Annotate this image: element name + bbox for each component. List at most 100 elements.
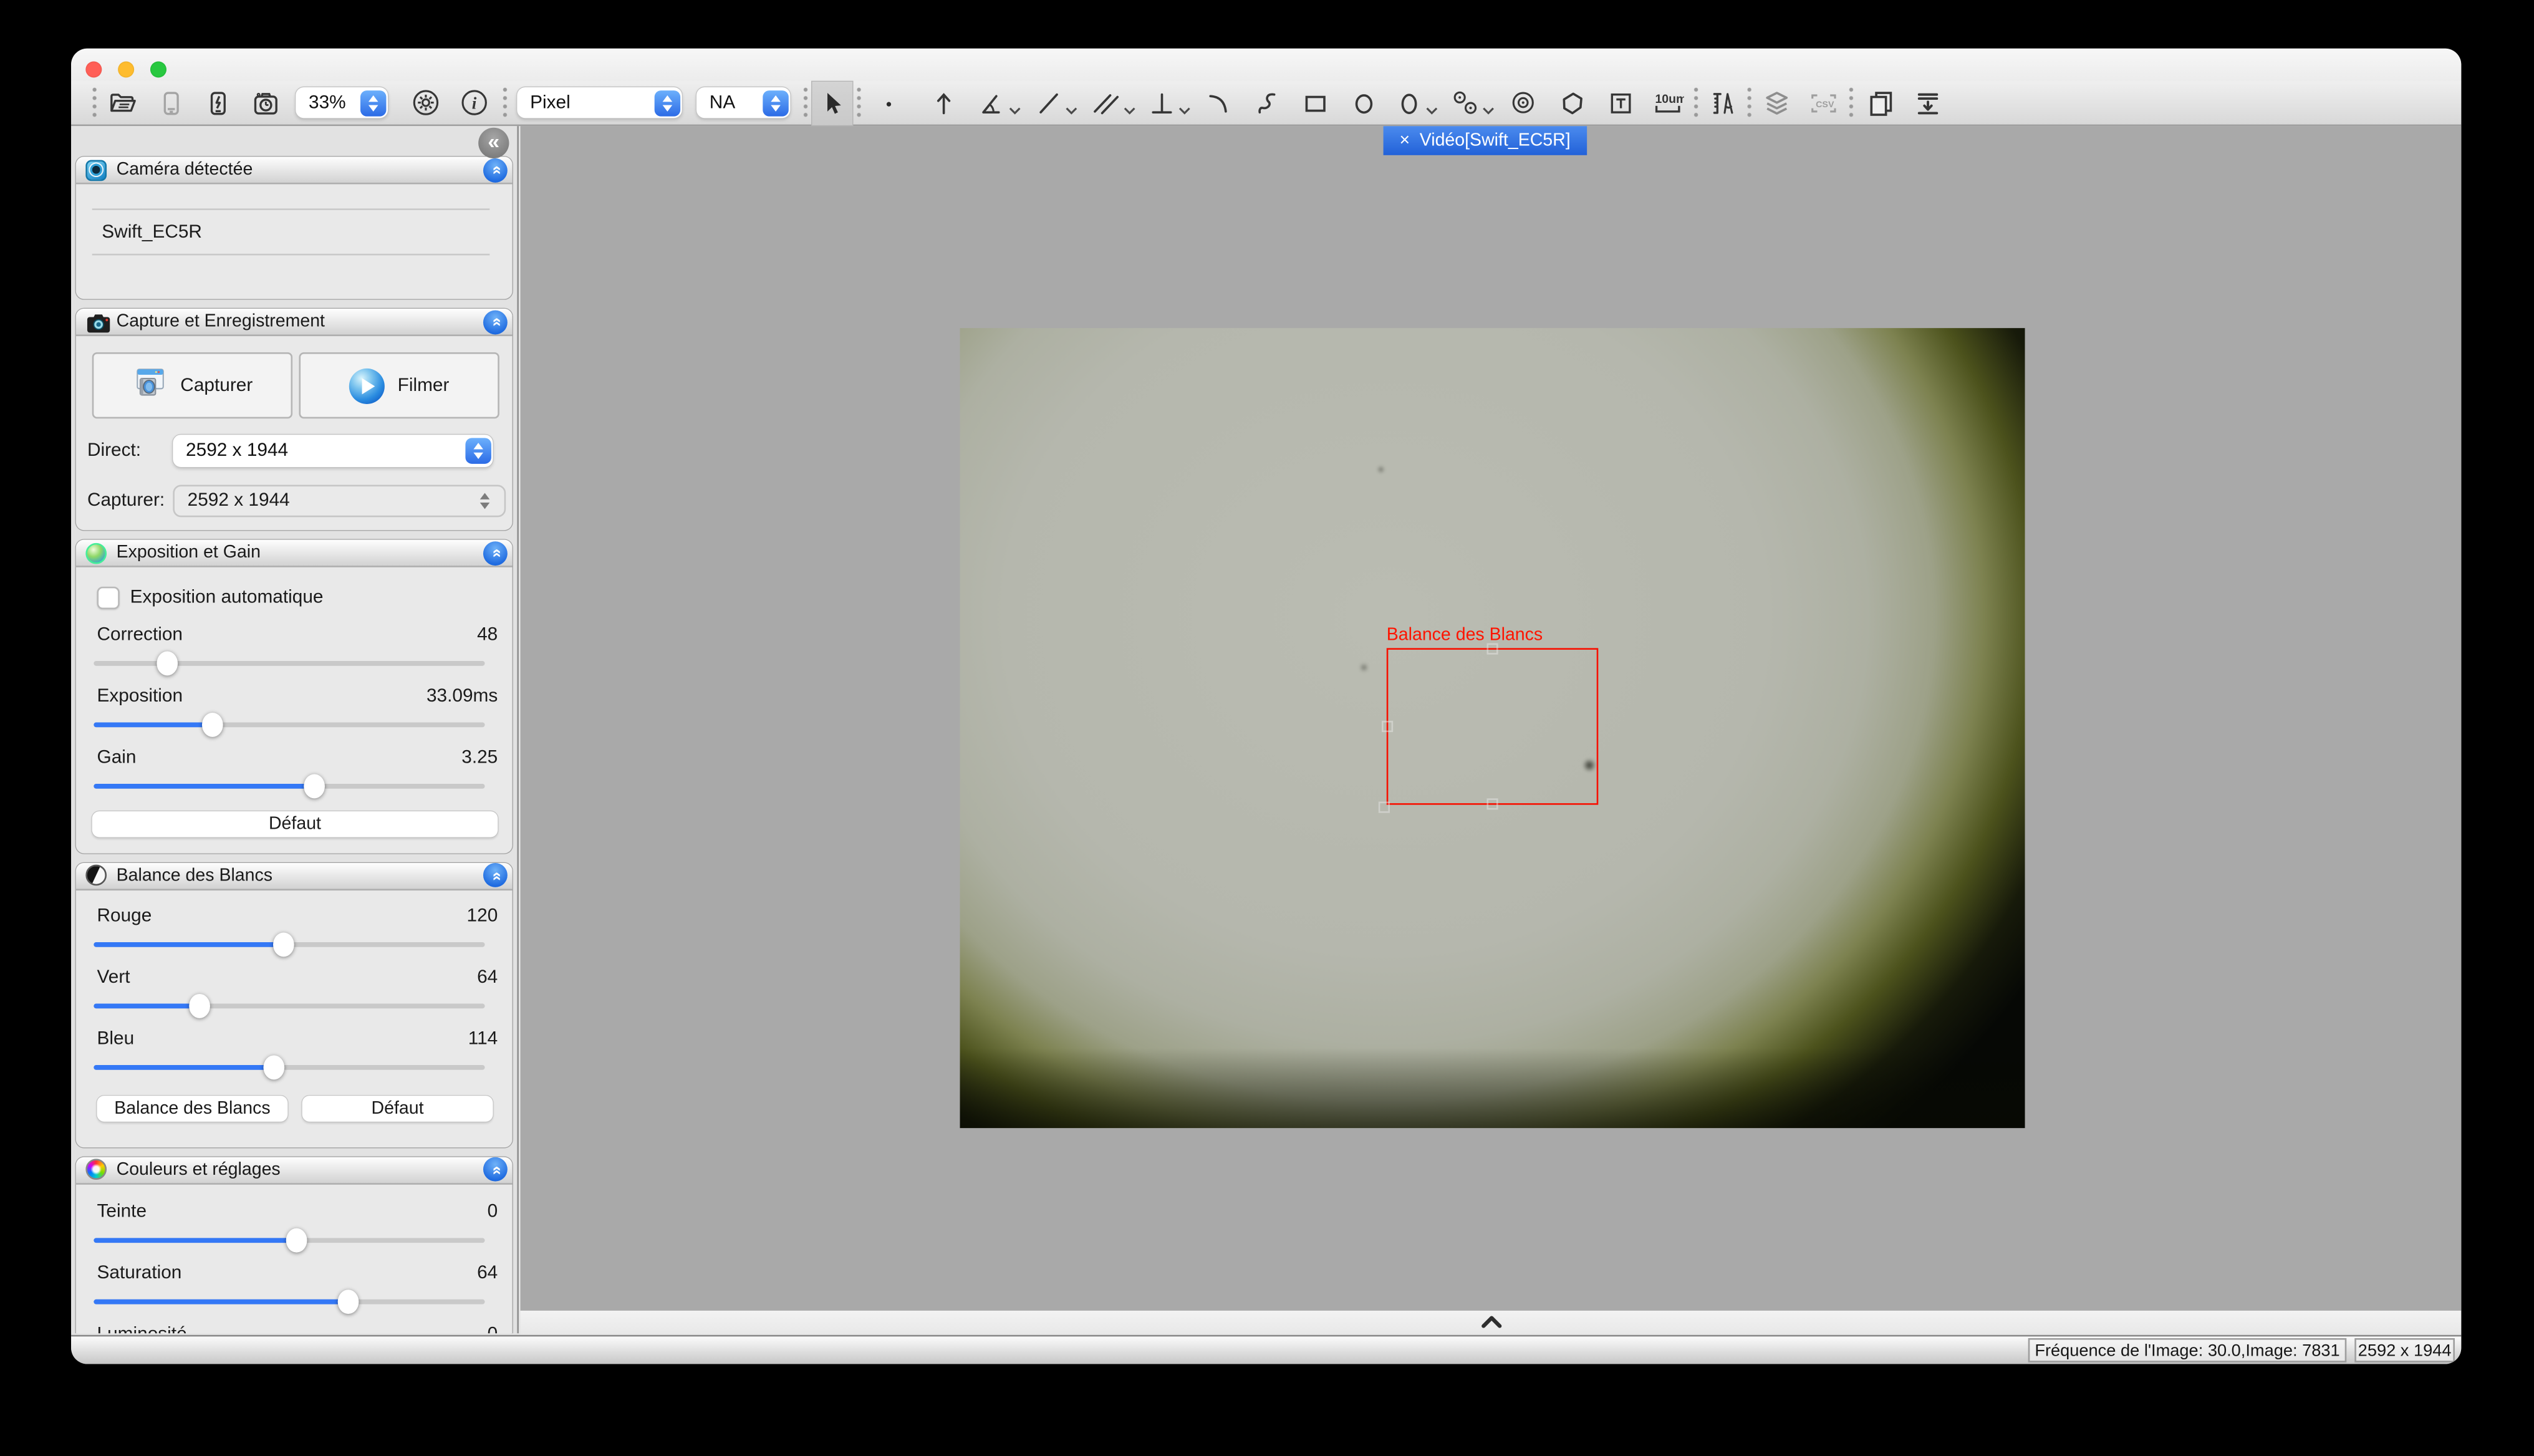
line-tool-icon[interactable] <box>1034 88 1064 117</box>
chevron-down-icon[interactable] <box>1425 95 1438 124</box>
stepper-icon[interactable] <box>360 90 385 115</box>
video-tab[interactable]: × Vidéo[Swift_EC5R] <box>1384 126 1587 154</box>
concentric-circles-tool-icon[interactable] <box>1508 87 1538 118</box>
auto-exposure-label: Exposition automatique <box>130 588 324 607</box>
saturation-slider[interactable] <box>94 1289 484 1313</box>
exposure-slider[interactable] <box>94 712 484 736</box>
duplicate-icon[interactable] <box>1867 88 1896 117</box>
section-title: Couleurs et réglages <box>117 1160 483 1179</box>
zoom-select[interactable]: 33% <box>296 87 388 118</box>
minimize-window-button[interactable] <box>118 61 134 77</box>
csv-label: CSV <box>1816 99 1834 109</box>
stepper-icon[interactable] <box>653 90 679 115</box>
angle-tool-icon[interactable] <box>978 88 1007 117</box>
device-flash-icon[interactable] <box>204 88 233 117</box>
perpendicular-tool-icon[interactable] <box>1147 88 1177 117</box>
white-balance-default-button[interactable]: Défaut <box>302 1095 493 1121</box>
record-play-icon <box>349 368 385 403</box>
slider-value: 120 <box>467 904 498 927</box>
section-header[interactable]: Couleurs et réglages « <box>76 1156 513 1184</box>
exposure-icon <box>85 542 107 564</box>
open-file-icon[interactable] <box>108 88 138 117</box>
chevron-down-icon[interactable] <box>1123 95 1136 124</box>
polygon-tool-icon[interactable] <box>1558 88 1587 117</box>
section-collapse-button[interactable]: « <box>483 1157 508 1182</box>
curve-tool-icon[interactable] <box>1253 88 1282 117</box>
statusbar: Fréquence de l'Image: 30.0,Image: 7831 2… <box>71 1334 2461 1364</box>
roi-handle[interactable] <box>1486 798 1497 809</box>
tab-close-icon[interactable]: × <box>1399 130 1410 150</box>
camera-device-item[interactable]: Swift_EC5R <box>92 208 490 255</box>
na-select[interactable]: NA <box>696 87 790 118</box>
circle-tool-icon[interactable] <box>1349 88 1379 117</box>
green-slider[interactable] <box>94 993 484 1018</box>
chevron-down-icon[interactable] <box>1008 95 1021 124</box>
live-resolution-label: Direct: <box>87 441 173 461</box>
section-collapse-button[interactable]: « <box>483 863 508 887</box>
roi-handle[interactable] <box>1486 644 1497 655</box>
settings-gear-icon[interactable] <box>410 87 441 118</box>
dust-spot <box>1377 465 1385 473</box>
record-button[interactable]: Filmer <box>299 352 499 418</box>
hue-slider[interactable] <box>94 1227 484 1251</box>
double-chevron-up-icon: « <box>487 871 503 879</box>
section-colors: Couleurs et réglages « Teinte0 Saturatio… <box>76 1156 513 1333</box>
section-collapse-button[interactable]: « <box>483 309 508 334</box>
screen: 33% i Pixel NA <box>0 0 2534 1456</box>
gain-slider[interactable] <box>94 773 484 798</box>
capture-window-icon <box>132 365 168 406</box>
blue-slider[interactable] <box>94 1054 484 1079</box>
pointer-tool-selected[interactable] <box>811 80 853 125</box>
arrow-tool-icon[interactable] <box>929 88 958 117</box>
toolbar-separator <box>503 85 508 119</box>
text-tool-icon[interactable] <box>1606 88 1636 117</box>
info-icon[interactable]: i <box>459 87 489 118</box>
camera-timer-icon[interactable] <box>251 88 281 117</box>
snap-resolution-select[interactable]: 2592 x 1944 <box>173 485 506 518</box>
white-balance-button[interactable]: Balance des Blancs <box>97 1095 288 1121</box>
close-window-button[interactable] <box>85 61 102 77</box>
white-balance-roi[interactable] <box>1387 648 1599 804</box>
parallel-tool-icon[interactable] <box>1091 88 1121 117</box>
toolbar-separator <box>92 85 97 119</box>
unit-select[interactable]: Pixel <box>517 87 682 118</box>
section-collapse-button[interactable]: « <box>483 158 508 182</box>
two-circles-tool-icon[interactable] <box>1451 88 1480 117</box>
section-header[interactable]: Exposition et Gain « <box>76 540 513 567</box>
slider-label: Teinte <box>97 1200 147 1222</box>
zoom-window-button[interactable] <box>150 61 166 77</box>
section-header[interactable]: Capture et Enregistrement « <box>76 309 513 336</box>
rectangle-tool-icon[interactable] <box>1301 88 1330 117</box>
scalebar-tool-icon[interactable]: 10um <box>1652 88 1684 117</box>
red-slider[interactable] <box>94 932 484 956</box>
sidebar-collapse-button[interactable]: « <box>478 128 509 158</box>
roi-handle[interactable] <box>1382 720 1393 731</box>
section-header[interactable]: Balance des Blancs « <box>76 862 513 890</box>
ellipse-tool-icon[interactable] <box>1395 88 1424 117</box>
chevron-down-icon[interactable] <box>1482 95 1495 124</box>
arc-tool-icon[interactable] <box>1204 88 1233 117</box>
stepper-icon[interactable] <box>762 90 788 115</box>
bottom-panel-toggle[interactable] <box>521 1311 2462 1334</box>
video-canvas: × Vidéo[Swift_EC5R] Balance des Blancs <box>521 126 2462 1311</box>
tab-label: Vidéo[Swift_EC5R] <box>1420 130 1571 150</box>
toolbar-separator <box>803 85 808 119</box>
layers-icon[interactable] <box>1761 88 1792 117</box>
chevron-down-icon[interactable] <box>1178 95 1191 124</box>
measurement-tools-icon[interactable] <box>1708 88 1738 117</box>
device-disabled-icon[interactable] <box>157 88 186 117</box>
auto-exposure-checkbox[interactable] <box>97 587 119 609</box>
exposure-default-button[interactable]: Défaut <box>92 811 498 836</box>
correction-slider[interactable] <box>94 650 484 675</box>
live-resolution-select[interactable]: 2592 x 1944 <box>173 435 493 467</box>
point-tool-icon[interactable] <box>874 88 903 117</box>
roi-handle[interactable] <box>1379 802 1390 813</box>
export-merge-icon[interactable] <box>1914 88 1943 117</box>
stepper-icon[interactable] <box>465 438 490 463</box>
section-collapse-button[interactable]: « <box>483 541 508 565</box>
capture-button[interactable]: Capturer <box>92 352 292 418</box>
section-header[interactable]: Caméra détectée « <box>76 157 513 184</box>
chevron-down-icon[interactable] <box>1065 95 1078 124</box>
live-resolution-value: 2592 x 1944 <box>186 441 288 461</box>
live-video-frame[interactable]: Balance des Blancs <box>960 328 2025 1128</box>
